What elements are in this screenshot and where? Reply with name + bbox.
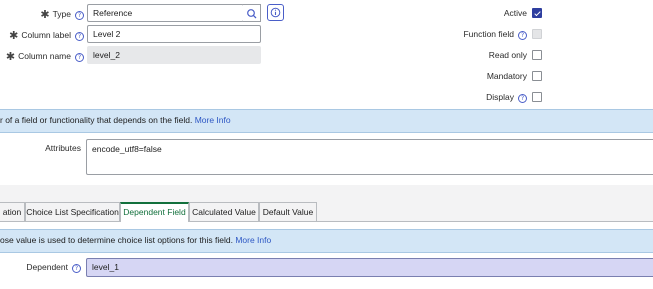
tab-specification[interactable]: ation bbox=[0, 202, 25, 221]
column-label-label: ✱ Column label? bbox=[9, 29, 84, 42]
banner-text: r of a field or functionality that depen… bbox=[0, 115, 193, 125]
help-icon[interactable]: ? bbox=[75, 53, 84, 62]
banner-text: ose value is used to determine choice li… bbox=[0, 235, 233, 245]
mandatory-checkbox[interactable] bbox=[532, 71, 542, 81]
help-icon[interactable]: ? bbox=[72, 264, 81, 273]
info-banner: ose value is used to determine choice li… bbox=[0, 229, 653, 253]
column-name-label: ✱ Column name? bbox=[6, 50, 84, 63]
help-icon[interactable]: ? bbox=[75, 32, 84, 41]
help-icon[interactable]: ? bbox=[518, 94, 527, 103]
display-label: Display? bbox=[486, 92, 527, 103]
type-label: ✱ Type? bbox=[40, 8, 84, 21]
tab-choice-list-specification[interactable]: Choice List Specification bbox=[25, 202, 120, 221]
type-input[interactable]: Reference bbox=[87, 4, 244, 22]
required-asterisk-icon: ✱ bbox=[9, 30, 19, 42]
active-label: Active bbox=[503, 8, 527, 18]
more-info-link[interactable]: More Info bbox=[235, 235, 271, 245]
dependent-label: Dependent? bbox=[26, 262, 81, 273]
tab-dependent-field[interactable]: Dependent Field bbox=[120, 202, 189, 222]
dependent-select[interactable]: level_1 bbox=[86, 258, 653, 277]
help-icon[interactable]: ? bbox=[75, 11, 84, 20]
attributes-label: Attributes bbox=[45, 143, 81, 153]
active-checkbox[interactable] bbox=[532, 8, 542, 18]
help-icon[interactable]: ? bbox=[518, 31, 527, 40]
read-only-checkbox[interactable] bbox=[532, 50, 542, 60]
type-info-button[interactable] bbox=[267, 4, 284, 21]
search-icon bbox=[247, 9, 257, 19]
tab-strip-divider bbox=[0, 221, 653, 222]
mandatory-label: Mandatory bbox=[486, 71, 527, 81]
info-icon bbox=[270, 7, 281, 18]
column-label-input[interactable]: Level 2 bbox=[87, 25, 261, 43]
column-name-field: level_2 bbox=[87, 46, 261, 64]
function-field-label: Function field? bbox=[463, 29, 527, 40]
more-info-link[interactable]: More Info bbox=[195, 115, 231, 125]
info-banner: r of a field or functionality that depen… bbox=[0, 109, 653, 133]
function-field-checkbox bbox=[532, 29, 542, 39]
required-asterisk-icon: ✱ bbox=[40, 9, 50, 21]
type-search-button[interactable] bbox=[243, 4, 261, 22]
tab-calculated-value[interactable]: Calculated Value bbox=[189, 202, 259, 221]
read-only-label: Read only bbox=[488, 50, 527, 60]
tab-default-value[interactable]: Default Value bbox=[259, 202, 317, 221]
display-checkbox[interactable] bbox=[532, 92, 542, 102]
required-asterisk-icon: ✱ bbox=[5, 51, 16, 63]
attributes-textarea[interactable]: encode_utf8=false bbox=[86, 139, 653, 175]
